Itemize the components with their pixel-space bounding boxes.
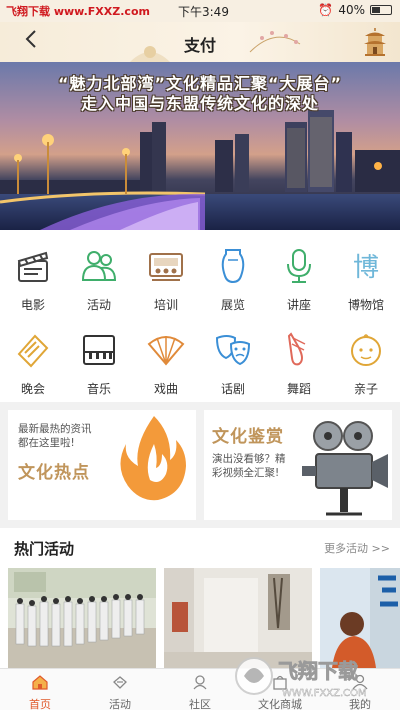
promo-hot-desc-line1: 最新最热的资讯 — [18, 423, 92, 435]
drama-masks-icon — [215, 335, 251, 366]
tab-activity[interactable]: 活动 — [80, 669, 160, 710]
banner-caption-line2: 走入中国与东盟传统文化的深处 — [80, 94, 319, 113]
category-museum[interactable]: 博 博物馆 — [333, 236, 399, 316]
promo-appreciation-desc-line2: 彩视频全汇聚! — [212, 467, 280, 479]
category-label: 活动 — [86, 298, 111, 312]
promo-hot-desc-line2: 都在这里啦! — [18, 437, 75, 449]
classroom-icon — [149, 253, 183, 281]
tab-shop[interactable]: 文化商城 — [240, 669, 320, 710]
tab-label: 文化商城 — [258, 698, 302, 710]
category-grid: 电影 活动 培训 展览 讲座 博 博物馆 晚会 音乐 戏曲 话剧 舞蹈 亲子 — [0, 230, 400, 402]
piano-icon — [83, 335, 115, 365]
battery-percent: 40% — [338, 3, 365, 17]
activity-thumbnail — [8, 568, 156, 668]
promo-section: 最新最热的资讯 都在这里啦! 文化热点 文化鉴赏 演出没看够？精 彩视频全汇聚! — [0, 402, 400, 528]
community-icon — [193, 675, 207, 690]
hot-activities-section: 热门活动 更多活动 >> — [0, 528, 400, 668]
tab-label: 社区 — [189, 698, 211, 710]
alarm-icon: ⏰ — [318, 3, 334, 17]
tab-community[interactable]: 社区 — [160, 669, 240, 710]
flame-icon — [120, 416, 186, 501]
vase-icon — [221, 249, 245, 284]
app-screen: 飞翔下载 www.FXXZ.com 下午3:49 ⏰ 40% 支付 “魅力北部湾… — [0, 0, 400, 710]
category-music[interactable]: 音乐 — [66, 320, 132, 400]
tab-home[interactable]: 首页 — [0, 669, 80, 710]
profile-icon — [352, 674, 368, 690]
category-label: 戏曲 — [153, 382, 178, 396]
category-opera[interactable]: 戏曲 — [133, 320, 199, 400]
tab-profile[interactable]: 我的 — [320, 669, 400, 710]
shop-icon — [273, 675, 287, 690]
promo-culture-hot[interactable]: 最新最热的资讯 都在这里啦! 文化热点 — [8, 410, 196, 520]
activity-card[interactable] — [320, 568, 400, 668]
category-label: 晚会 — [20, 382, 45, 396]
category-label: 音乐 — [86, 382, 111, 396]
people-icon — [81, 251, 117, 281]
category-lecture[interactable]: 讲座 — [266, 236, 332, 316]
tab-label: 我的 — [349, 698, 371, 710]
status-carrier: 飞翔下载 www.FXXZ.com — [6, 5, 150, 18]
category-label: 讲座 — [286, 298, 311, 312]
pagoda-icon[interactable] — [362, 26, 388, 58]
category-label: 舞蹈 — [286, 382, 311, 396]
category-label: 博物馆 — [347, 298, 384, 312]
category-label: 亲子 — [353, 382, 378, 396]
tab-label: 活动 — [109, 698, 131, 710]
activity-thumbnail — [320, 568, 400, 668]
home-icon — [32, 675, 48, 690]
museum-glyph-icon: 博 — [353, 253, 379, 283]
baby-face-icon — [351, 334, 381, 366]
svg-text:博: 博 — [353, 253, 379, 283]
battery-icon — [370, 5, 392, 15]
microphone-icon — [287, 249, 311, 283]
promo-appreciation-desc-line1: 演出没看够？精 — [212, 453, 286, 465]
ballet-shoe-icon — [287, 332, 306, 366]
fan-icon — [147, 336, 185, 366]
promo-hot-title: 文化热点 — [18, 463, 90, 483]
category-drama[interactable]: 话剧 — [200, 320, 266, 400]
film-clapper-icon — [17, 251, 49, 282]
activity-card[interactable] — [8, 568, 156, 668]
activity-card[interactable] — [164, 568, 312, 668]
promo-appreciation-title: 文化鉴赏 — [212, 427, 284, 447]
category-gala[interactable]: 晚会 — [0, 320, 66, 400]
activity-icon — [113, 676, 127, 689]
status-time: 下午3:49 — [178, 5, 229, 19]
nav-header: 支付 — [0, 22, 400, 62]
category-movie[interactable]: 电影 — [0, 236, 66, 316]
status-bar: 飞翔下载 www.FXXZ.com 下午3:49 ⏰ 40% — [0, 0, 400, 22]
bottom-tab-bar: 首页 活动 社区 文化商城 我的 — [0, 668, 400, 710]
hero-banner[interactable]: “魅力北部湾”文化精品汇聚“大展台” 走入中国与东盟传统文化的深处 — [0, 62, 400, 230]
category-training[interactable]: 培训 — [133, 236, 199, 316]
page-title: 支付 — [183, 36, 216, 55]
category-activity[interactable]: 活动 — [66, 236, 132, 316]
film-projector-icon — [302, 421, 388, 516]
category-exhibition[interactable]: 展览 — [200, 236, 266, 316]
category-dance[interactable]: 舞蹈 — [266, 320, 332, 400]
category-parent-child[interactable]: 亲子 — [333, 320, 399, 400]
category-label: 展览 — [220, 298, 245, 312]
category-label: 电影 — [20, 298, 45, 312]
category-label: 培训 — [153, 298, 178, 312]
status-right: ⏰ 40% — [318, 3, 392, 17]
category-label: 话剧 — [220, 382, 245, 396]
section-title: 热门活动 — [14, 540, 75, 558]
promo-culture-appreciation[interactable]: 文化鉴赏 演出没看够？精 彩视频全汇聚! — [204, 410, 392, 520]
activity-thumbnail — [164, 568, 312, 668]
ticket-icon — [17, 334, 49, 368]
more-activities-link[interactable]: 更多活动 >> — [324, 540, 390, 556]
tab-label: 首页 — [29, 698, 51, 710]
